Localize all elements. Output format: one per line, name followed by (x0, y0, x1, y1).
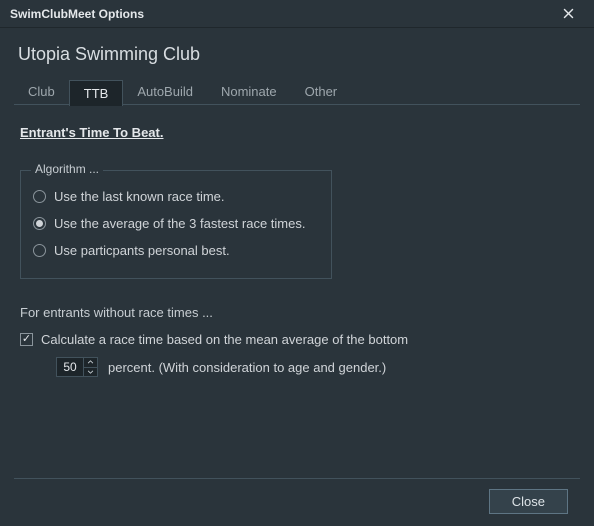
spinner-up-button[interactable] (84, 358, 97, 368)
titlebar: SwimClubMeet Options (0, 0, 594, 28)
dialog-footer: Close (14, 478, 580, 514)
radio-icon (33, 217, 46, 230)
radio-label: Use the last known race time. (54, 189, 225, 204)
algorithm-fieldset: Algorithm ... Use the last known race ti… (20, 170, 332, 279)
window-close-button[interactable] (548, 0, 588, 28)
radio-icon (33, 190, 46, 203)
algorithm-option-personal-best[interactable]: Use particpants personal best. (33, 237, 319, 264)
ttb-heading: Entrant's Time To Beat. (20, 125, 574, 140)
club-name-heading: Utopia Swimming Club (14, 38, 580, 79)
radio-icon (33, 244, 46, 257)
percent-row: 50 percent. (With consideration to age a… (56, 357, 574, 377)
chevron-up-icon (87, 360, 94, 364)
tab-other[interactable]: Other (291, 79, 352, 105)
close-button[interactable]: Close (489, 489, 568, 514)
spinner-buttons (83, 358, 97, 376)
percent-spinner[interactable]: 50 (56, 357, 98, 377)
tab-club[interactable]: Club (14, 79, 69, 105)
algorithm-option-average-3-fastest[interactable]: Use the average of the 3 fastest race ti… (33, 210, 319, 237)
percent-value[interactable]: 50 (57, 358, 83, 376)
radio-label: Use particpants personal best. (54, 243, 230, 258)
algorithm-option-last-known[interactable]: Use the last known race time. (33, 183, 319, 210)
close-icon (563, 8, 574, 19)
checkbox-icon: ✓ (20, 333, 33, 346)
dialog-content: Utopia Swimming Club Club TTB AutoBuild … (0, 28, 594, 526)
percent-suffix: percent. (With consideration to age and … (108, 360, 386, 375)
tab-ttb[interactable]: TTB (69, 80, 124, 106)
algorithm-legend: Algorithm ... (31, 162, 103, 176)
tab-autobuild[interactable]: AutoBuild (123, 79, 207, 105)
radio-label: Use the average of the 3 fastest race ti… (54, 216, 305, 231)
tab-nominate[interactable]: Nominate (207, 79, 291, 105)
tab-bar: Club TTB AutoBuild Nominate Other (14, 79, 580, 105)
chevron-down-icon (87, 370, 94, 374)
window-title: SwimClubMeet Options (10, 7, 548, 21)
no-times-heading: For entrants without race times ... (20, 305, 574, 320)
calc-mean-checkbox-row[interactable]: ✓ Calculate a race time based on the mea… (20, 332, 574, 347)
tab-content-ttb: Entrant's Time To Beat. Algorithm ... Us… (14, 105, 580, 478)
checkbox-label: Calculate a race time based on the mean … (41, 332, 408, 347)
spinner-down-button[interactable] (84, 368, 97, 377)
